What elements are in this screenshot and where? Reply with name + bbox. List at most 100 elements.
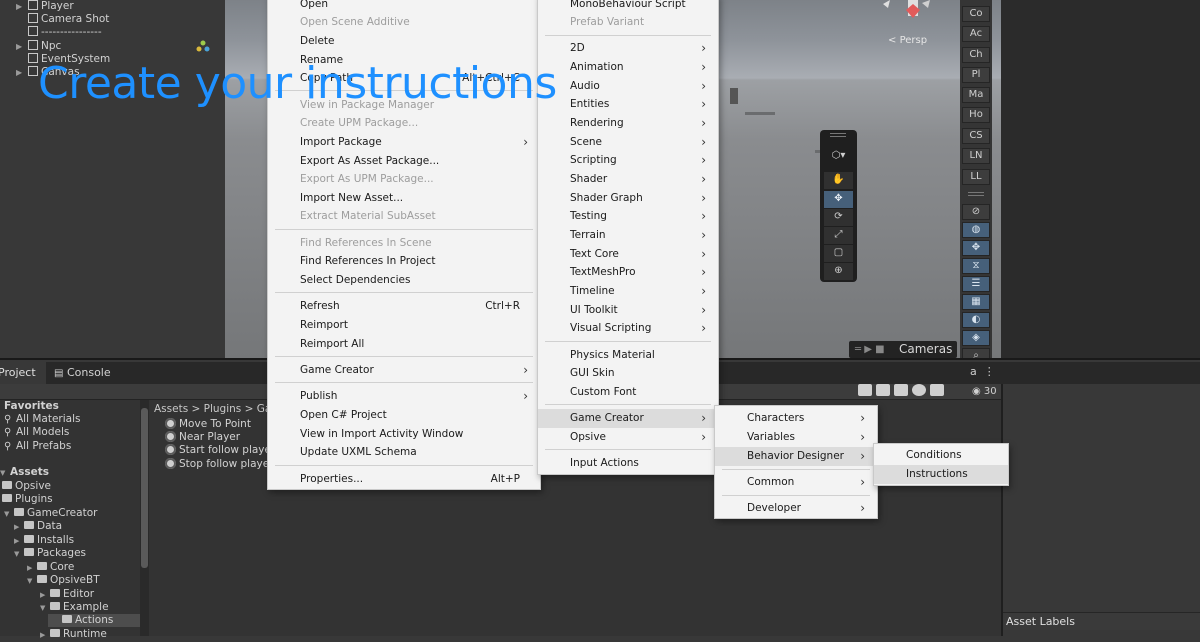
tab-project[interactable]: Project	[0, 362, 46, 384]
folder-item[interactable]: ▼ Packages	[14, 547, 86, 560]
move-icon[interactable]: ✥	[962, 240, 990, 256]
rotate-tool-icon[interactable]: ⟳	[824, 209, 853, 226]
folder-item[interactable]: ▼ OpsiveBT	[27, 574, 100, 587]
warning-icon[interactable]	[912, 384, 926, 396]
menu-item-find-references-in-project[interactable]: Find References In Project	[268, 252, 540, 271]
hierarchy-item-camera-shot[interactable]: Camera Shot	[0, 13, 109, 26]
folder-item[interactable]: ▼ Example	[40, 601, 109, 614]
asset-file[interactable]: Near Player	[165, 431, 240, 444]
menu-item-open[interactable]: Open	[268, 0, 540, 14]
menu-item-rendering[interactable]: Rendering ›	[538, 114, 718, 133]
menu-item-custom-font[interactable]: Custom Font	[538, 383, 718, 402]
menu-item-ui-toolkit[interactable]: UI Toolkit ›	[538, 301, 718, 320]
favorite-item[interactable]: ⚲ All Prefabs	[4, 440, 71, 453]
favorites-header[interactable]: Favorites	[4, 400, 59, 413]
menu-item-reimport-all[interactable]: Reimport All	[268, 335, 540, 354]
list-icon[interactable]: ☰	[962, 276, 990, 292]
scene-search-icon[interactable]	[858, 384, 872, 396]
globe-icon[interactable]: ◍	[962, 222, 990, 238]
menu-item-common[interactable]: Common ›	[715, 473, 877, 492]
menu-item-input-actions[interactable]: Input Actions	[538, 454, 718, 473]
scrollbar-thumb[interactable]	[141, 408, 148, 568]
expand-arrow-icon[interactable]: ▼	[27, 575, 37, 588]
menu-item-physics-material[interactable]: Physics Material	[538, 346, 718, 365]
menu-item-game-creator[interactable]: Game Creator ›	[268, 361, 540, 380]
menu-item-developer[interactable]: Developer ›	[715, 499, 877, 518]
menu-item-delete[interactable]: Delete	[268, 32, 540, 51]
menu-item-entities[interactable]: Entities ›	[538, 95, 718, 114]
menu-item-instructions[interactable]: Instructions	[874, 465, 1008, 484]
menu-item-opsive[interactable]: Opsive ›	[538, 428, 718, 447]
menu-item-monobehaviour-script[interactable]: MonoBehaviour Script	[538, 0, 718, 14]
menu-item-terrain[interactable]: Terrain ›	[538, 226, 718, 245]
circle-icon[interactable]: ◐	[962, 312, 990, 328]
menu-item-gui-skin[interactable]: GUI Skin	[538, 364, 718, 383]
menu-item-text-core[interactable]: Text Core ›	[538, 245, 718, 264]
menu-item-shader-graph[interactable]: Shader Graph ›	[538, 189, 718, 208]
menu-item-behavior-designer[interactable]: Behavior Designer ›	[715, 447, 877, 466]
overlay-tab[interactable]: Ho	[962, 107, 990, 123]
menu-item-publish[interactable]: Publish ›	[268, 387, 540, 406]
menu-item-textmeshpro[interactable]: TextMeshPro ›	[538, 263, 718, 282]
scene-gizmo-icon[interactable]	[878, 0, 933, 18]
breadcrumb-item[interactable]: Plugins	[204, 403, 242, 415]
assets-header[interactable]: ▼ Assets	[0, 466, 49, 479]
asset-file[interactable]: Stop follow player	[165, 458, 274, 471]
menu-item-scripting[interactable]: Scripting ›	[538, 151, 718, 170]
tool-mode-dropdown[interactable]: ⬡▾	[824, 148, 853, 165]
asset-file[interactable]: Move To Point	[165, 418, 251, 431]
folder-item[interactable]: Opsive	[2, 480, 51, 493]
asset-labels-header[interactable]: Asset Labels	[1003, 612, 1200, 630]
menu-item-update-uxml-schema[interactable]: Update UXML Schema	[268, 443, 540, 462]
hand-tool-icon[interactable]: ✋	[824, 172, 853, 189]
menu-item-select-dependencies[interactable]: Select Dependencies	[268, 271, 540, 290]
expand-arrow-icon[interactable]: ▼	[0, 467, 10, 480]
rect-tool-icon[interactable]: ▢	[824, 245, 853, 262]
tree-scrollbar[interactable]	[140, 400, 149, 636]
overlay-tab[interactable]: Pl	[962, 67, 990, 83]
hierarchy-item-separator[interactable]: ----------------	[0, 26, 102, 39]
folder-item[interactable]: ▶ Installs	[14, 534, 74, 547]
menu-item-properties[interactable]: Properties... Alt+P	[268, 470, 540, 489]
menu-item-shader[interactable]: Shader ›	[538, 170, 718, 189]
expand-arrow-icon[interactable]: ▶	[14, 521, 24, 534]
folder-item[interactable]: ▶ Editor	[40, 588, 94, 601]
menu-item-export-asset-package[interactable]: Export As Asset Package...	[268, 152, 540, 171]
overlay-tab[interactable]: CS	[962, 128, 990, 144]
hourglass-icon[interactable]: ⧖	[962, 258, 990, 274]
menu-item-visual-scripting[interactable]: Visual Scripting ›	[538, 319, 718, 338]
folder-item-selected[interactable]: Actions	[48, 614, 140, 627]
menu-item-testing[interactable]: Testing ›	[538, 207, 718, 226]
tab-console[interactable]: ▤ Console	[48, 362, 117, 384]
hierarchy-item-player[interactable]: ▶ Player	[0, 0, 74, 13]
breadcrumb-item[interactable]: Assets	[154, 403, 188, 415]
lock-icon[interactable]: a ⋮	[970, 365, 995, 378]
cameras-overlay[interactable]: ═ ▶ ■ Cameras	[849, 341, 957, 358]
expand-arrow-icon[interactable]: ▶	[16, 40, 28, 53]
overlay-tab[interactable]: LN	[962, 148, 990, 164]
menu-item-characters[interactable]: Characters ›	[715, 409, 877, 428]
overlay-tab[interactable]: Ac	[962, 26, 990, 42]
compass-icon[interactable]: ⊘	[962, 204, 990, 220]
scale-tool-icon[interactable]: ⤢	[824, 227, 853, 244]
move-tool-icon[interactable]: ✥	[824, 191, 853, 208]
folder-item[interactable]: ▼ GameCreator	[4, 507, 97, 520]
folder-item[interactable]: ▶ Data	[14, 520, 62, 533]
menu-item-audio[interactable]: Audio ›	[538, 77, 718, 96]
overlay-tab[interactable]: LL	[962, 169, 990, 185]
menu-item-timeline[interactable]: Timeline ›	[538, 282, 718, 301]
expand-arrow-icon[interactable]: ▼	[14, 548, 24, 561]
menu-item-create-game-creator[interactable]: Game Creator ›	[538, 409, 718, 428]
star-icon[interactable]	[930, 384, 944, 396]
menu-item-import-package[interactable]: Import Package ›	[268, 133, 540, 152]
menu-item-2d[interactable]: 2D ›	[538, 39, 718, 58]
grid-icon[interactable]: ▦	[962, 294, 990, 310]
folder-item[interactable]: Plugins	[2, 493, 53, 506]
menu-item-conditions[interactable]: Conditions	[874, 446, 1008, 465]
menu-item-refresh[interactable]: Refresh Ctrl+R	[268, 297, 540, 316]
folder-item[interactable]: ▶ Runtime	[40, 628, 107, 641]
menu-item-view-import-activity[interactable]: View in Import Activity Window	[268, 425, 540, 444]
expand-arrow-icon[interactable]: ▶	[16, 66, 28, 79]
menu-item-import-new-asset[interactable]: Import New Asset...	[268, 189, 540, 208]
favorite-item[interactable]: ⚲ All Models	[4, 426, 69, 439]
